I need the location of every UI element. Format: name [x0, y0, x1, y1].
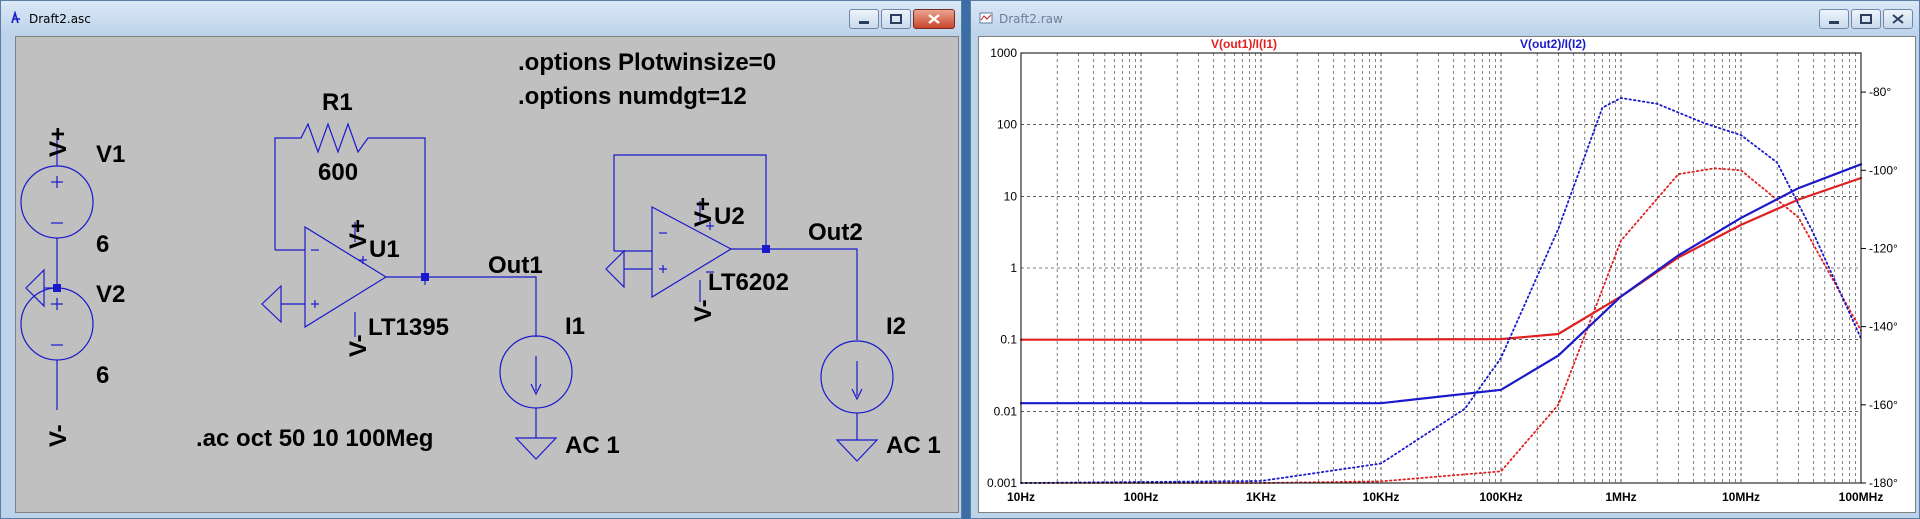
- junction-dot: [53, 284, 61, 292]
- close-icon: [1892, 14, 1904, 24]
- y2-tick-label: -80°: [1869, 85, 1891, 99]
- minimize-icon: [1829, 21, 1839, 24]
- y-tick-label: 100: [997, 118, 1017, 132]
- net-label-out1[interactable]: Out1: [488, 252, 543, 279]
- close-button[interactable]: [913, 9, 955, 29]
- ltspice-app-icon: [11, 11, 20, 24]
- y-tick-label: 10: [1004, 189, 1018, 203]
- y-tick-label: 1: [1010, 261, 1017, 275]
- x-tick-label: 1KHz: [1246, 490, 1276, 504]
- close-button[interactable]: [1883, 9, 1913, 29]
- u2-vplus-label[interactable]: V+: [690, 197, 717, 227]
- junction-dot: [421, 273, 429, 281]
- r1-feedback-path[interactable]: [274, 122, 426, 285]
- v2-value-label[interactable]: 6: [96, 362, 109, 389]
- v2-name-label[interactable]: V2: [96, 281, 125, 308]
- schematic-drawing: V+ V1 6 V2 6 V- R1 600 V+ U1 V- LT1395 O…: [20, 49, 941, 462]
- u1-model-label[interactable]: LT1395: [368, 314, 449, 341]
- maximize-icon: [890, 14, 902, 24]
- minimize-icon: [859, 21, 869, 24]
- y-tick-label: 0.01: [994, 404, 1018, 418]
- minimize-button[interactable]: [849, 9, 879, 29]
- i2-ground-symbol[interactable]: [835, 439, 879, 462]
- i1-value-label[interactable]: AC 1: [565, 432, 620, 459]
- x-tick-label: 100Hz: [1124, 490, 1159, 504]
- net-label-out2[interactable]: Out2: [808, 219, 863, 246]
- y-tick-label: 0.001: [987, 476, 1017, 490]
- u2-name-label[interactable]: U2: [714, 203, 745, 230]
- series-legend-out2: V(out2)/I(I2): [1520, 37, 1586, 51]
- schematic-window: Draft2.asc V+ V1 6 V2 6 V- R1 600 V+ U1 …: [0, 0, 962, 519]
- maximize-button[interactable]: [1851, 9, 1881, 29]
- minimize-button[interactable]: [1819, 9, 1849, 29]
- schematic-canvas[interactable]: V+ V1 6 V2 6 V- R1 600 V+ U1 V- LT1395 O…: [15, 36, 959, 513]
- y2-tick-label: -140°: [1869, 320, 1898, 334]
- window-title: Draft2.asc: [29, 12, 91, 26]
- i2-value-label[interactable]: AC 1: [886, 432, 941, 459]
- i1-name-label[interactable]: I1: [565, 313, 585, 340]
- i2-name-label[interactable]: I2: [886, 313, 906, 340]
- v2-vminus-label[interactable]: V-: [45, 424, 72, 447]
- y2-tick-label: -120°: [1869, 241, 1898, 255]
- waveform-window: Draft2.raw 10Hz 100Hz 1KHz 10KHz 100KHz 1MHz 1…: [970, 0, 1920, 519]
- window-title: Draft2.raw: [999, 12, 1063, 26]
- v1-value-label[interactable]: 6: [96, 231, 109, 258]
- plot-grid: [1020, 52, 1861, 484]
- plot-labels: 10Hz 100Hz 1KHz 10KHz 100KHz 1MHz 10MHz 100MHz 0…: [987, 37, 1898, 504]
- waveform-app-icon: [979, 12, 993, 24]
- maximize-button[interactable]: [881, 9, 911, 29]
- u1-name-label[interactable]: U1: [369, 236, 400, 263]
- u2-ground-symbol[interactable]: [605, 249, 625, 289]
- v1-name-label[interactable]: V1: [96, 141, 125, 168]
- x-tick-label: 10KHz: [1363, 490, 1400, 504]
- u1-ground-symbol[interactable]: [261, 284, 282, 324]
- series-line: [1020, 167, 1862, 484]
- x-tick-label: 100KHz: [1479, 490, 1522, 504]
- maximize-icon: [1860, 14, 1872, 24]
- ground-symbol[interactable]: [25, 268, 45, 308]
- series-line: [1019, 176, 1863, 341]
- directive-ac-analysis[interactable]: .ac oct 50 10 100Meg: [196, 425, 433, 452]
- y2-tick-label: -180°: [1869, 476, 1898, 490]
- i1-ground-symbol[interactable]: [514, 437, 558, 460]
- r1-value-label[interactable]: 600: [318, 159, 358, 186]
- series-line: [1020, 97, 1862, 484]
- directive-plotwinsize[interactable]: .options Plotwinsize=0: [518, 49, 776, 76]
- y-tick-label: 0.1: [1000, 333, 1017, 347]
- series-line: [1019, 163, 1863, 405]
- bode-plot[interactable]: 10Hz 100Hz 1KHz 10KHz 100KHz 1MHz 10MHz 100MHz 0…: [979, 37, 1915, 512]
- title-bar[interactable]: Draft2.asc: [1, 1, 961, 36]
- title-bar[interactable]: Draft2.raw: [971, 1, 1919, 36]
- u1-vplus-label[interactable]: V+: [345, 219, 372, 249]
- u2-vminus-label[interactable]: V-: [690, 299, 717, 322]
- u2-model-label[interactable]: LT6202: [708, 269, 789, 296]
- close-icon: [928, 14, 940, 24]
- plot-pane[interactable]: 10Hz 100Hz 1KHz 10KHz 100KHz 1MHz 10MHz 100MHz 0…: [978, 36, 1916, 513]
- x-tick-label: 100MHz: [1839, 490, 1884, 504]
- v1-vplus-label[interactable]: V+: [45, 127, 72, 157]
- y2-tick-label: -160°: [1869, 398, 1898, 412]
- x-tick-label: 10MHz: [1722, 490, 1760, 504]
- junction-dot: [762, 245, 770, 253]
- y-tick-label: 1000: [990, 46, 1017, 60]
- x-tick-label: 10Hz: [1007, 490, 1035, 504]
- directive-numdgt[interactable]: .options numdgt=12: [518, 83, 747, 110]
- y2-tick-label: -100°: [1869, 163, 1898, 177]
- plot-series: [1019, 97, 1863, 484]
- x-tick-label: 1MHz: [1605, 490, 1636, 504]
- series-legend-out1: V(out1)/I(I1): [1211, 37, 1277, 51]
- r1-name-label[interactable]: R1: [322, 89, 353, 116]
